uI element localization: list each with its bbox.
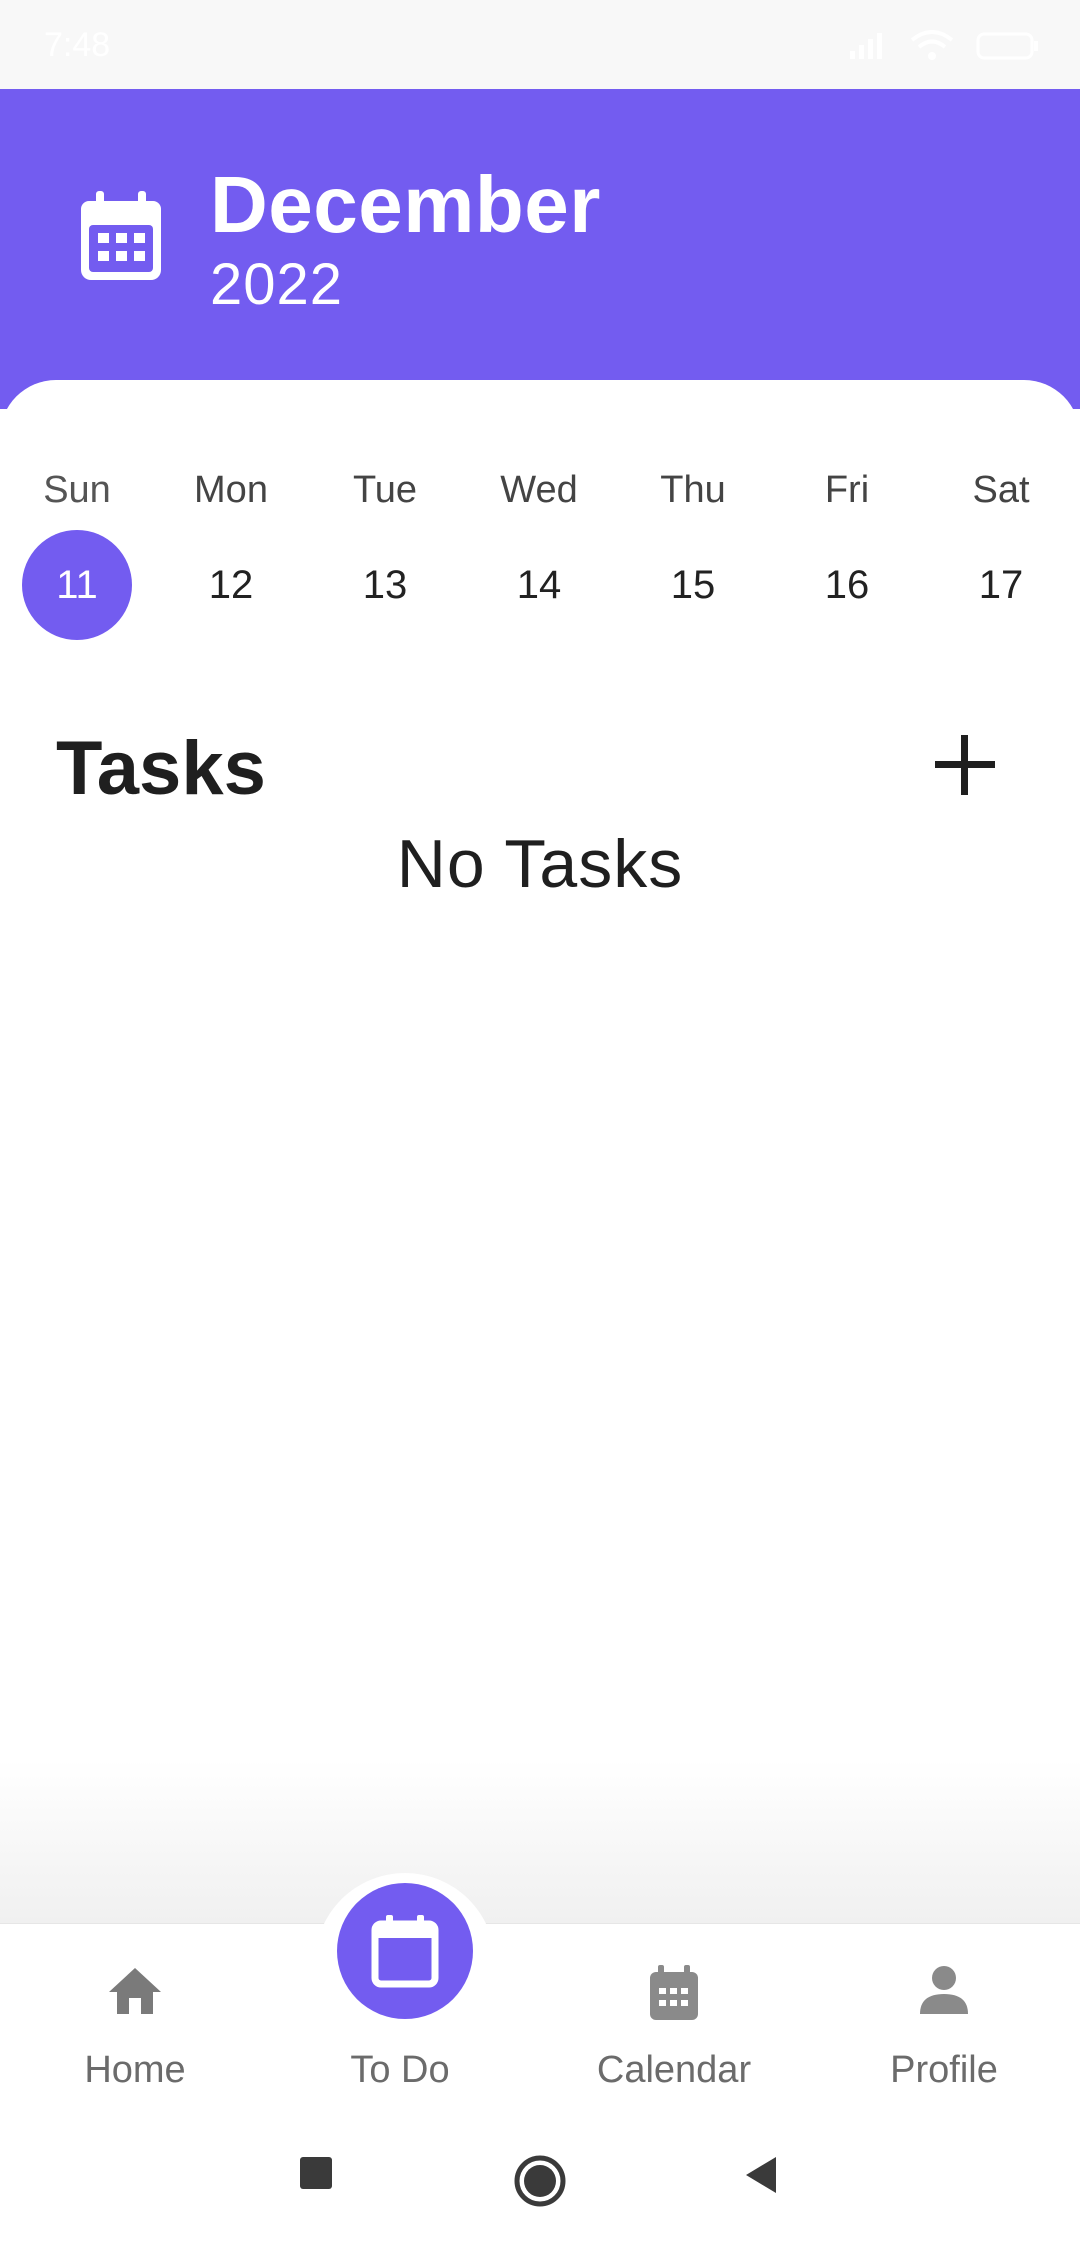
- home-system-button[interactable]: [512, 2153, 568, 2214]
- week-strip: Sun 11 Mon 12 Tue 13 Wed 14 Thu 15 Fri 1…: [0, 440, 1080, 640]
- day-date: 17: [978, 563, 1024, 607]
- day-thu[interactable]: Thu 15: [616, 440, 770, 640]
- calendar-icon: [371, 1915, 439, 1988]
- day-name: Sat: [972, 469, 1030, 511]
- status-time: 7:48: [44, 26, 111, 64]
- back-triangle-icon: [746, 2157, 776, 2193]
- empty-state-text: No Tasks: [396, 826, 684, 902]
- nav-label: Profile: [890, 2049, 998, 2091]
- day-name: Sun: [43, 469, 111, 511]
- calendar-icon: [81, 191, 161, 280]
- day-date: 16: [824, 563, 870, 607]
- day-sun[interactable]: Sun 11: [0, 440, 154, 640]
- day-fri[interactable]: Fri 16: [770, 440, 924, 640]
- signal-icon: [850, 33, 882, 59]
- content-panel: Sun 11 Mon 12 Tue 13 Wed 14 Thu 15 Fri 1…: [0, 380, 1080, 1920]
- add-task-button[interactable]: [930, 730, 1000, 800]
- wifi-icon: [910, 30, 954, 60]
- day-name: Thu: [660, 469, 726, 511]
- nav-label: Home: [84, 2049, 186, 2091]
- day-date-selected: 11: [22, 530, 132, 640]
- month-header: December 2022: [0, 89, 1080, 409]
- nav-home[interactable]: Home: [35, 1924, 235, 2124]
- month-title: December: [210, 160, 601, 249]
- todo-fab-button[interactable]: [337, 1883, 473, 2019]
- status-bar: 7:48: [0, 0, 1080, 89]
- home-icon: [109, 1968, 161, 2014]
- day-name: Fri: [824, 469, 870, 511]
- back-button[interactable]: [740, 2153, 780, 2202]
- year-label: 2022: [210, 252, 344, 317]
- day-sat[interactable]: Sat 17: [924, 440, 1078, 640]
- nav-calendar[interactable]: Calendar: [574, 1924, 774, 2124]
- square-icon: [300, 2157, 332, 2189]
- status-icons: [848, 30, 1040, 62]
- system-nav-bar: [0, 2123, 1080, 2246]
- person-icon: [920, 1966, 968, 2014]
- plus-icon: [935, 735, 995, 795]
- circle-icon: [514, 2155, 566, 2207]
- day-name: Wed: [500, 469, 578, 511]
- day-date: 14: [516, 563, 562, 607]
- nav-label: Calendar: [596, 2049, 752, 2091]
- day-name: Mon: [194, 469, 268, 511]
- day-date: 13: [362, 563, 408, 607]
- day-mon[interactable]: Mon 12: [154, 440, 308, 640]
- day-tue[interactable]: Tue 13: [308, 440, 462, 640]
- nav-shadow: [0, 1760, 1080, 1925]
- battery-icon: [976, 32, 1038, 60]
- calendar-grid-icon: [650, 1965, 698, 2020]
- bottom-nav: Home To Do Calendar Profile: [0, 1923, 1080, 2124]
- day-date: 15: [670, 563, 716, 607]
- day-date: 12: [208, 563, 254, 607]
- nav-profile[interactable]: Profile: [844, 1924, 1044, 2124]
- day-wed[interactable]: Wed 14: [462, 440, 616, 640]
- tasks-heading: Tasks: [56, 726, 266, 811]
- nav-label: To Do: [350, 2049, 450, 2091]
- recents-button[interactable]: [296, 2153, 336, 2198]
- day-name: Tue: [352, 469, 418, 511]
